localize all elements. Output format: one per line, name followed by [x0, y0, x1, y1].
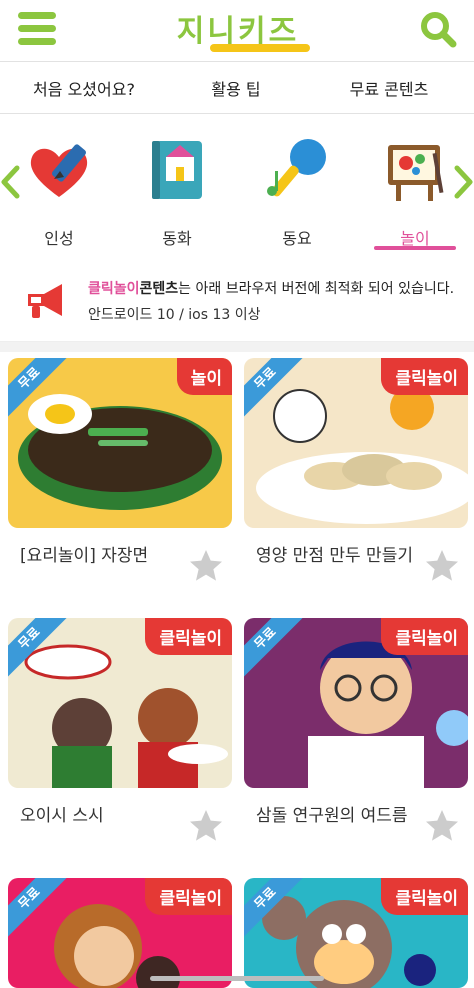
- category-play[interactable]: 놀이: [370, 135, 460, 249]
- active-category-indicator: [374, 246, 456, 250]
- storybook-icon: [142, 135, 212, 205]
- category-story[interactable]: 동화: [132, 135, 222, 249]
- logo-underline: [210, 44, 310, 52]
- content-card[interactable]: 무료 클릭놀이: [244, 878, 468, 988]
- card-thumbnail[interactable]: 무료 클릭놀이: [244, 618, 468, 788]
- app-header: 지니키즈: [0, 0, 474, 62]
- star-icon[interactable]: [424, 808, 460, 844]
- nav-tips[interactable]: 활용 팁: [168, 76, 304, 100]
- star-icon[interactable]: [188, 548, 224, 584]
- content-type-badge: 클릭놀이: [145, 878, 232, 915]
- content-card[interactable]: 무료 클릭놀이 삼돌 연구원의 여드름: [244, 618, 468, 858]
- content-card[interactable]: 무료 클릭놀이 영양 만점 만두 만들기: [244, 358, 468, 598]
- browser-notice: 클릭놀이콘텐츠는 아래 브라우저 버전에 최적화 되어 있습니다. 안드로이드 …: [0, 256, 474, 342]
- microphone-icon: [262, 135, 332, 205]
- category-label: 인성: [44, 229, 74, 248]
- card-thumbnail[interactable]: 무료 클릭놀이: [8, 618, 232, 788]
- content-card[interactable]: 무료 놀이 [요리놀이] 자장면: [8, 358, 232, 598]
- star-icon[interactable]: [188, 808, 224, 844]
- home-indicator: [150, 976, 324, 981]
- hamburger-menu-icon[interactable]: [18, 10, 56, 48]
- card-thumbnail[interactable]: 무료 놀이: [8, 358, 232, 528]
- card-thumbnail[interactable]: 무료 클릭놀이: [244, 878, 468, 988]
- section-divider: [0, 342, 474, 352]
- content-type-badge: 놀이: [176, 358, 232, 395]
- chevron-right-icon[interactable]: [454, 165, 474, 199]
- card-title[interactable]: 삼돌 연구원의 여드름: [256, 802, 416, 830]
- nav-first-visit[interactable]: 처음 오셨어요?: [0, 76, 168, 100]
- card-thumbnail[interactable]: 무료 클릭놀이: [244, 358, 468, 528]
- category-row: 인성 동화 동요 놀이: [0, 115, 474, 255]
- category-label: 동요: [282, 229, 312, 248]
- content-type-badge: 클릭놀이: [381, 358, 468, 395]
- heart-pencil-icon: [24, 135, 94, 205]
- category-label: 동화: [162, 229, 192, 248]
- notice-text: 클릭놀이콘텐츠는 아래 브라우저 버전에 최적화 되어 있습니다.: [88, 281, 455, 297]
- nav-free-content[interactable]: 무료 콘텐츠: [304, 76, 474, 100]
- content-type-badge: 클릭놀이: [381, 878, 468, 915]
- star-icon[interactable]: [424, 548, 460, 584]
- card-title[interactable]: 영양 만점 만두 만들기: [256, 542, 416, 570]
- card-title[interactable]: 오이시 스시: [20, 802, 180, 830]
- content-type-badge: 클릭놀이: [145, 618, 232, 655]
- megaphone-icon: [28, 284, 62, 318]
- category-song[interactable]: 동요: [252, 135, 342, 249]
- card-title[interactable]: [요리놀이] 자장면: [20, 542, 180, 570]
- search-icon[interactable]: [418, 10, 458, 50]
- content-card[interactable]: 무료 클릭놀이: [8, 878, 232, 988]
- easel-paint-icon: [380, 135, 450, 205]
- card-thumbnail[interactable]: 무료 클릭놀이: [8, 878, 232, 988]
- category-character[interactable]: 인성: [14, 135, 104, 249]
- notice-requirement: 안드로이드 10 / ios 13 이상: [88, 307, 261, 323]
- content-card[interactable]: 무료 클릭놀이 오이시 스시: [8, 618, 232, 858]
- content-type-badge: 클릭놀이: [381, 618, 468, 655]
- top-nav: 처음 오셨어요? 활용 팁 무료 콘텐츠: [0, 62, 474, 114]
